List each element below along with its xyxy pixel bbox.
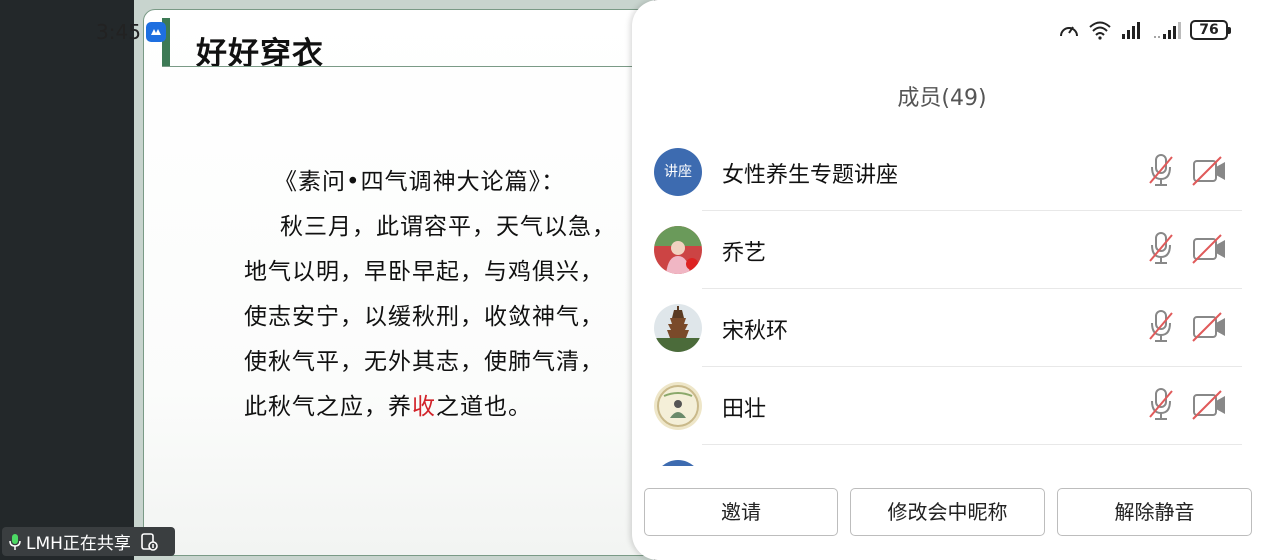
title-underline <box>162 66 662 67</box>
poem-line-4: 使秋气平，无外其志，使肺气清， <box>244 349 604 375</box>
avatar <box>654 304 702 352</box>
left-background <box>0 0 134 560</box>
mic-muted-icon[interactable] <box>1148 153 1174 189</box>
unmute-button[interactable]: 解除静音 <box>1057 488 1252 536</box>
poem-line-5-start: 此秋气之应，养 <box>244 394 412 420</box>
share-doc-icon <box>141 532 158 551</box>
battery-icon: 76 <box>1190 20 1231 40</box>
slide-page: 好好穿衣 《素问•四气调神大论篇》： 秋三月，此谓容平，天气以急， 地气以明，早… <box>143 9 663 556</box>
mic-muted-icon[interactable] <box>1148 309 1174 345</box>
panel-title: 成员(49) <box>897 86 987 111</box>
member-row[interactable]: 乔艺 <box>654 211 1244 289</box>
avatar: 讲座 <box>654 148 702 196</box>
camera-off-icon[interactable] <box>1191 309 1229 345</box>
member-name: 田壮 <box>722 397 767 422</box>
invite-button[interactable]: 邀请 <box>644 488 838 536</box>
camera-off-icon[interactable] <box>1191 153 1229 189</box>
shared-slide: 好好穿衣 《素问•四气调神大论篇》： 秋三月，此谓容平，天气以急， 地气以明，早… <box>134 0 663 560</box>
share-label: LMH正在共享 <box>26 534 131 554</box>
members-panel: 76 成员(49) 讲座 女性养生专题讲座 乔艺 宋秋环 田壮 邀请 修改会中昵… <box>632 0 1264 560</box>
microphone-icon <box>9 533 21 550</box>
next-member-avatar <box>654 460 702 466</box>
poem-line-5: 此秋气之应，养收之道也。 <box>244 385 684 430</box>
signal-weak-icon <box>1154 22 1181 39</box>
highlighted-word: 收 <box>412 394 436 420</box>
clock: 3:45 <box>96 20 141 44</box>
member-row[interactable]: 讲座 女性养生专题讲座 <box>654 133 1244 211</box>
avatar <box>654 226 702 274</box>
poem-text: 《素问•四气调神大论篇》： 秋三月，此谓容平，天气以急， 地气以明，早卧早起，与… <box>244 160 684 430</box>
signal-icon <box>1122 22 1140 39</box>
poem-line-3: 使志安宁，以缓秋刑，收敛神气， <box>244 304 604 330</box>
avatar <box>654 382 702 430</box>
mic-muted-icon[interactable] <box>1148 387 1174 423</box>
poem-title: 《素问•四气调神大论篇》： <box>274 169 566 195</box>
row-divider <box>702 444 1242 445</box>
poem-line-1: 秋三月，此谓容平，天气以急， <box>280 214 616 240</box>
poem-line-2: 地气以明，早卧早起，与鸡俱兴， <box>244 259 604 285</box>
member-name: 宋秋环 <box>722 319 789 344</box>
meeting-app-icon <box>146 22 166 42</box>
camera-off-icon[interactable] <box>1191 387 1229 423</box>
member-row[interactable]: 田壮 <box>654 367 1244 445</box>
camera-off-icon[interactable] <box>1191 231 1229 267</box>
member-name: 女性养生专题讲座 <box>722 163 899 188</box>
wifi-icon <box>1089 21 1111 40</box>
poem-line-5-end: 之道也。 <box>436 394 532 420</box>
mic-muted-icon[interactable] <box>1148 231 1174 267</box>
screen-share-indicator[interactable]: LMH正在共享 <box>2 527 175 556</box>
speed-icon <box>1060 26 1078 37</box>
status-icons: 76 <box>1058 20 1231 40</box>
member-row[interactable]: 宋秋环 <box>654 289 1244 367</box>
rename-button[interactable]: 修改会中昵称 <box>850 488 1045 536</box>
member-name: 乔艺 <box>722 241 767 266</box>
